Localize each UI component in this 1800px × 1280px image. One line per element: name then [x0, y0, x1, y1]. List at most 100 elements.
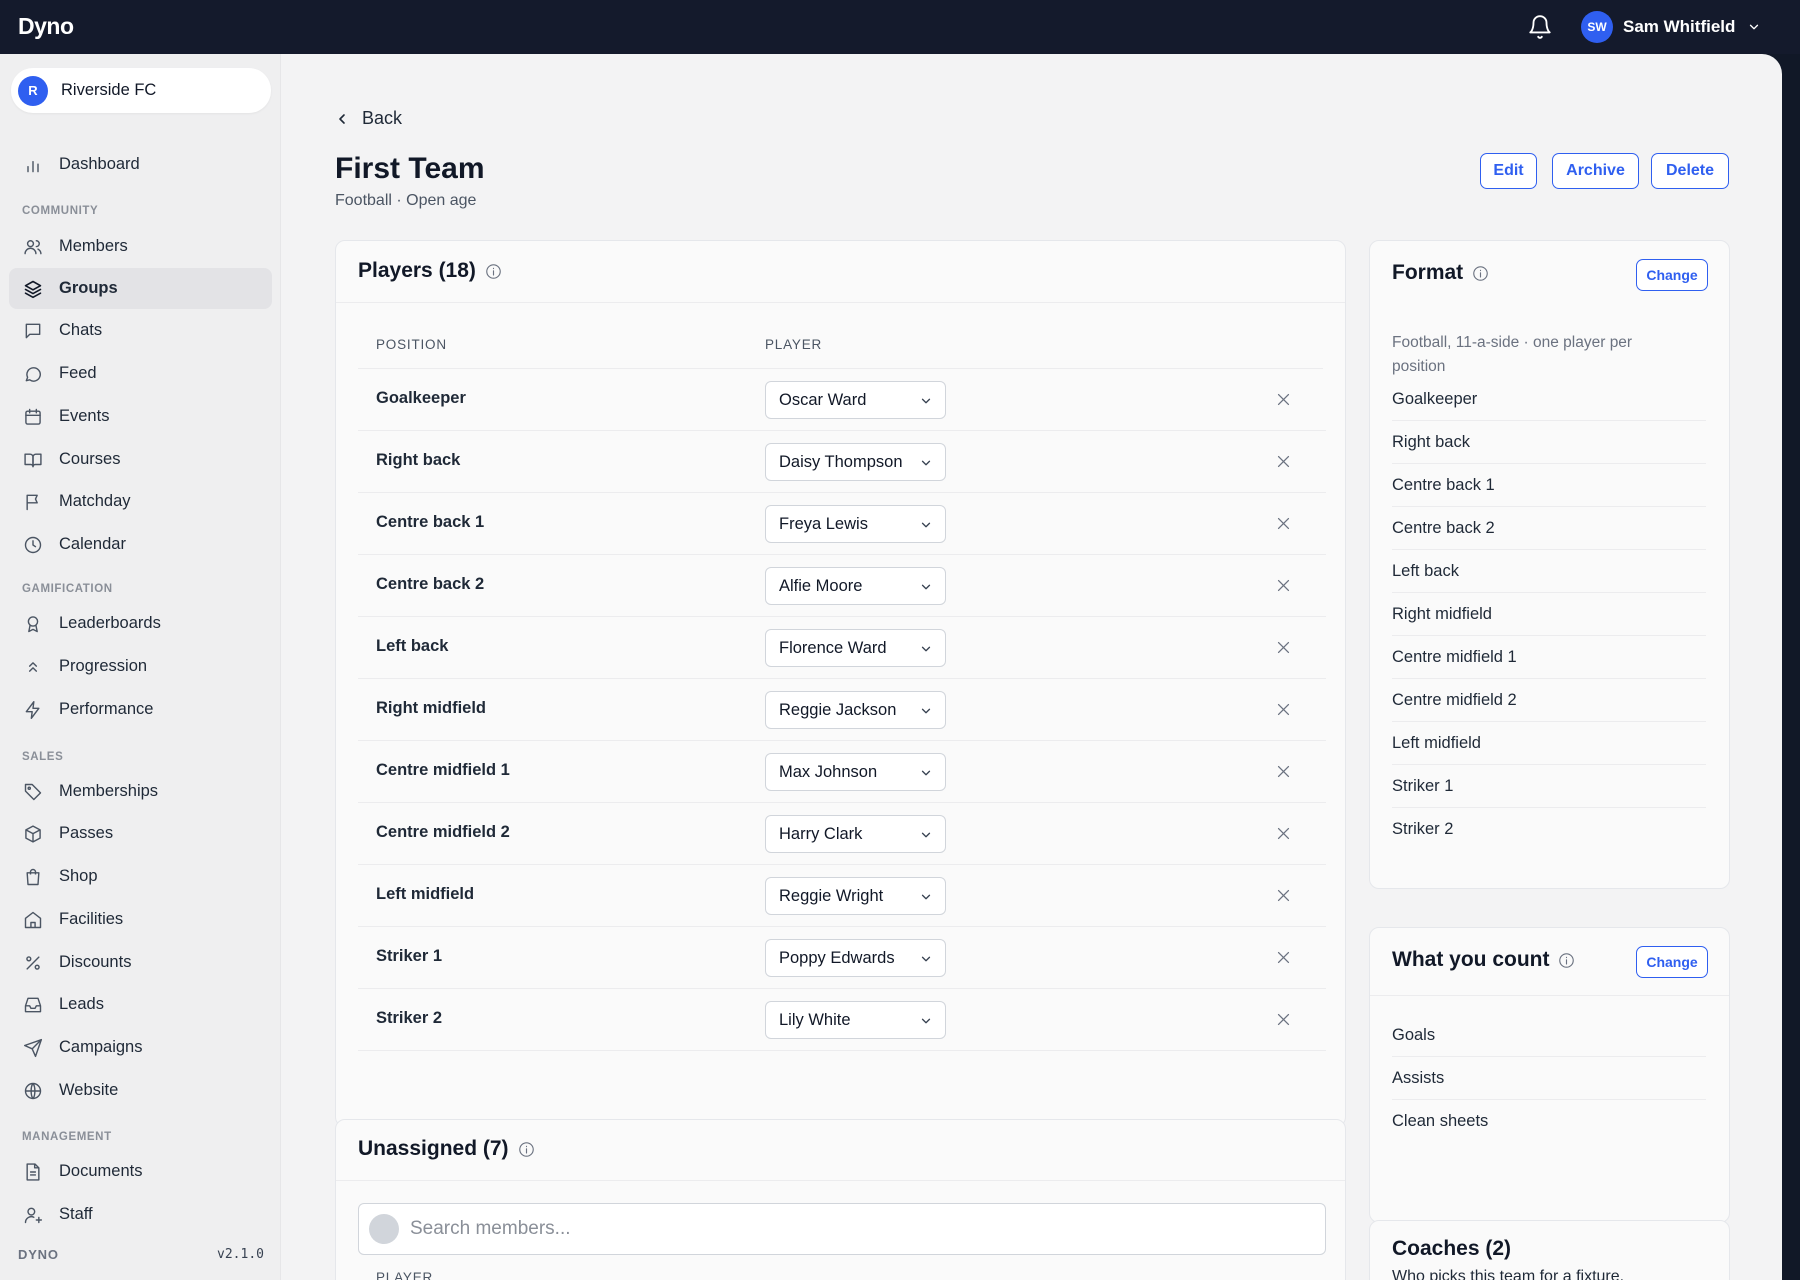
clock-icon [24, 536, 42, 553]
players-heading-text: Players (18) [358, 259, 476, 282]
sidebar-item-discounts[interactable]: Discounts [9, 942, 272, 983]
close-icon[interactable] [1275, 763, 1292, 780]
player-select[interactable]: Oscar Ward [765, 381, 946, 419]
edit-button[interactable]: Edit [1480, 153, 1537, 189]
sidebar-item-memberships[interactable]: Memberships [9, 771, 272, 812]
delete-button[interactable]: Delete [1651, 153, 1729, 189]
player-select[interactable]: Florence Ward [765, 629, 946, 667]
sidebar-item-shop[interactable]: Shop [9, 856, 272, 897]
user-name: Sam Whitfield [1623, 17, 1736, 36]
app-logo[interactable]: Dyno [18, 13, 74, 40]
percent-icon [26, 955, 40, 970]
player-select[interactable]: Harry Clark [765, 815, 946, 853]
chevron-down-icon [921, 646, 931, 652]
info-icon[interactable] [518, 1141, 535, 1158]
sidebar-item-courses[interactable]: Courses [9, 439, 272, 480]
sidebar-item-members[interactable]: Members [9, 226, 272, 267]
change-format-button[interactable]: Change [1636, 259, 1708, 291]
page-subtitle: Football · Open age [335, 192, 477, 209]
sidebar-item-groups[interactable]: Groups [9, 268, 272, 309]
search-field[interactable] [358, 1203, 1326, 1255]
info-icon[interactable] [485, 263, 502, 280]
close-icon[interactable] [1275, 515, 1292, 532]
sidebar-item-leads[interactable]: Leads [9, 984, 272, 1025]
close-icon[interactable] [1275, 949, 1292, 966]
sidebar-item-leaderboards[interactable]: Leaderboards [9, 603, 272, 644]
player-select[interactable]: Reggie Jackson [765, 691, 946, 729]
table-row: Left back Florence Ward [358, 617, 1326, 679]
unassigned-card: Unassigned (7) PLAYER [335, 1119, 1346, 1280]
count-heading: What you count [1392, 948, 1575, 972]
sidebar-item-label: Calendar [59, 535, 126, 553]
coaches-card: Coaches (2) Who picks this team for a fi… [1369, 1220, 1730, 1280]
player-select[interactable]: Poppy Edwards [765, 939, 946, 977]
section-sales: SALES [22, 751, 64, 763]
list-item: Striker 2 [1392, 820, 1454, 838]
position-label: Centre midfield 1 [376, 761, 510, 779]
close-icon[interactable] [1275, 391, 1292, 408]
sidebar-item-matchday[interactable]: Matchday [9, 481, 272, 522]
close-icon[interactable] [1275, 887, 1292, 904]
sidebar-item-calendar[interactable]: Calendar [9, 524, 272, 565]
close-icon[interactable] [1275, 639, 1292, 656]
player-select[interactable]: Lily White [765, 1001, 946, 1039]
org-switcher[interactable]: R Riverside FC [11, 68, 271, 113]
sidebar-item-facilities[interactable]: Facilities [9, 899, 272, 940]
position-label: Right midfield [376, 699, 486, 717]
player-select[interactable]: Daisy Thompson [765, 443, 946, 481]
change-count-button[interactable]: Change [1636, 946, 1708, 978]
book-open-icon [24, 452, 42, 467]
sidebar-item-staff[interactable]: Staff [9, 1194, 272, 1235]
table-row: Striker 2 Lily White [358, 989, 1326, 1051]
list-item: Assists [1392, 1057, 1706, 1100]
chevron-down-icon [921, 584, 931, 590]
chevrons-up-icon [28, 661, 38, 672]
position-label: Right back [376, 451, 461, 469]
sidebar-item-campaigns[interactable]: Campaigns [9, 1027, 272, 1068]
position-label: Left back [376, 637, 449, 655]
zap-icon [25, 700, 40, 719]
sidebar-item-documents[interactable]: Documents [9, 1151, 272, 1192]
tag-icon [24, 783, 42, 800]
sidebar-item-chats[interactable]: Chats [9, 310, 272, 351]
chevron-down-icon [921, 1018, 931, 1024]
sidebar-item-progression[interactable]: Progression [9, 646, 272, 687]
footer-brand: DYNO [18, 1247, 59, 1262]
player-select[interactable]: Freya Lewis [765, 505, 946, 543]
table-row: Right back Daisy Thompson [358, 431, 1326, 493]
sidebar-item-events[interactable]: Events [9, 396, 272, 437]
selected-player: Poppy Edwards [779, 948, 895, 967]
info-icon[interactable] [1558, 952, 1575, 969]
user-menu[interactable]: SW Sam Whitfield [1581, 11, 1761, 43]
player-select[interactable]: Max Johnson [765, 753, 946, 791]
close-icon[interactable] [1275, 453, 1292, 470]
selected-player: Freya Lewis [779, 514, 868, 533]
close-icon[interactable] [1275, 1011, 1292, 1028]
close-icon[interactable] [1275, 825, 1292, 842]
sidebar-item-feed[interactable]: Feed [9, 353, 272, 394]
sidebar: R Riverside FC Dashboard COMMUNITY Membe… [0, 54, 281, 1280]
player-select[interactable]: Alfie Moore [765, 567, 946, 605]
sidebar-item-website[interactable]: Website [9, 1070, 272, 1111]
format-card: Format Change Football, 11-a-side · one … [1369, 240, 1730, 889]
sidebar-item-label: Performance [59, 700, 154, 718]
close-icon[interactable] [1275, 701, 1292, 718]
close-icon[interactable] [1275, 577, 1292, 594]
table-row: Left midfield Reggie Wright [358, 865, 1326, 927]
message-circle-icon [25, 366, 41, 382]
sidebar-item-dashboard[interactable]: Dashboard [9, 144, 272, 185]
top-bar: Dyno SW Sam Whitfield [0, 0, 1800, 54]
back-link[interactable]: Back [334, 108, 402, 129]
bell-icon[interactable] [1527, 14, 1553, 40]
table-row: Centre back 2 Alfie Moore [358, 555, 1326, 617]
player-select[interactable]: Reggie Wright [765, 877, 946, 915]
count-heading-text: What you count [1392, 948, 1550, 971]
archive-button[interactable]: Archive [1552, 153, 1639, 189]
sidebar-item-performance[interactable]: Performance [9, 689, 272, 730]
count-card: What you count Change Goals Assists Clea… [1369, 927, 1730, 1223]
selected-player: Alfie Moore [779, 576, 863, 595]
search-input[interactable] [410, 1218, 1290, 1240]
info-icon[interactable] [1472, 265, 1489, 282]
inbox-icon [24, 997, 42, 1012]
sidebar-item-passes[interactable]: Passes [9, 813, 272, 854]
